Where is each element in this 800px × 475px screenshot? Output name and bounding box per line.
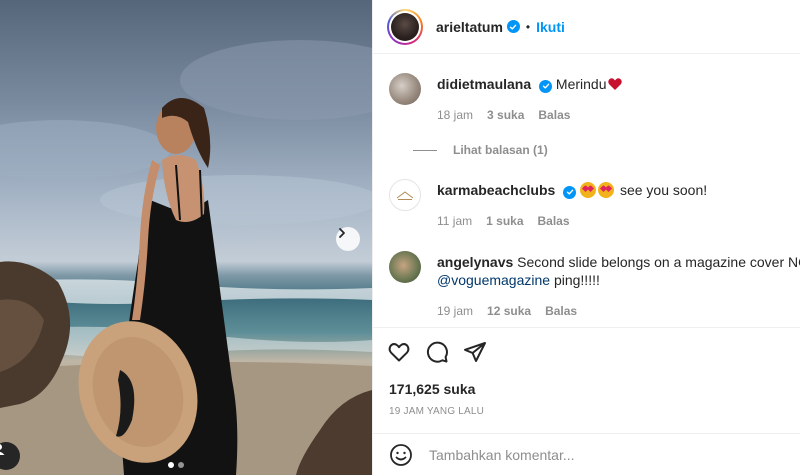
commenter-username[interactable]: angelynavs <box>437 254 513 270</box>
share-send-icon[interactable] <box>463 340 487 364</box>
author-avatar[interactable] <box>387 8 423 45</box>
chevron-right-icon <box>339 228 345 238</box>
comments-list[interactable]: didietmaulana Merindu 18 jam 3 suka Bala… <box>373 55 800 327</box>
verified-badge-icon <box>563 185 577 199</box>
post-header: arieltatum • Ikuti <box>373 0 800 54</box>
verified-badge-icon <box>539 79 553 93</box>
reply-button[interactable]: Balas <box>538 214 570 228</box>
comment-time: 11 jam <box>437 214 473 228</box>
commenter-avatar[interactable] <box>389 179 421 211</box>
follow-button[interactable]: Ikuti <box>536 19 565 35</box>
comment-text: angelynavs Second slide belongs on a mag… <box>437 253 800 289</box>
comment-time: 18 jam <box>437 108 474 122</box>
commenter-avatar[interactable] <box>389 251 421 283</box>
comment-input[interactable] <box>429 446 759 463</box>
karma-logo-icon <box>396 191 414 200</box>
comment-likes[interactable]: 1 suka <box>486 214 523 228</box>
comment-time: 19 jam <box>437 304 474 318</box>
commenter-avatar[interactable] <box>389 73 421 105</box>
author-username[interactable]: arieltatum <box>436 19 503 35</box>
view-replies-button[interactable]: Lihat balasan (1) <box>413 143 548 157</box>
comment-likes[interactable]: 3 suka <box>487 108 524 122</box>
comment-text: karmabeachclubs see you soon! <box>437 181 800 199</box>
post-timestamp: 19 JAM YANG LALU <box>389 406 485 417</box>
commenter-username[interactable]: didietmaulana <box>437 76 531 92</box>
post-actions-area: 171,625 suka 19 JAM YANG LALU <box>373 327 800 433</box>
likes-count[interactable]: 171,625 suka <box>389 381 475 397</box>
carousel-indicator <box>168 462 184 468</box>
comment-meta: 18 jam 3 suka Balas <box>437 108 570 122</box>
emoji-picker-icon[interactable] <box>389 443 413 467</box>
carousel-dot <box>178 462 184 468</box>
verified-badge-icon <box>506 20 520 33</box>
view-replies-label: Lihat balasan (1) <box>453 143 548 157</box>
comment-message-continued: ping!!!!! <box>553 272 600 288</box>
post-dialog: arieltatum • Ikuti didietmaulana Merindu <box>0 0 800 475</box>
commenter-username[interactable]: karmabeachclubs <box>437 182 555 198</box>
carousel-dot-active <box>168 462 174 468</box>
mention-link[interactable]: @voguemagazine <box>437 272 550 288</box>
add-comment-bar <box>373 433 800 475</box>
comment-meta: 19 jam 12 suka Balas <box>437 304 577 318</box>
reply-button[interactable]: Balas <box>538 108 570 122</box>
heart-eyes-emoji-icon <box>598 182 615 198</box>
post-media[interactable] <box>0 0 372 475</box>
heart-eyes-emoji-icon <box>580 182 597 198</box>
comment-meta: 11 jam 1 suka Balas <box>437 214 570 228</box>
next-slide-button[interactable] <box>336 227 360 251</box>
reply-button[interactable]: Balas <box>545 304 577 318</box>
action-bar <box>387 340 487 364</box>
comment-message: Second slide belongs on a magazine cover… <box>517 254 800 270</box>
red-heart-icon <box>607 78 622 90</box>
comment-likes[interactable]: 12 suka <box>487 304 531 318</box>
comment-message: see you soon! <box>619 182 708 198</box>
comment-text: didietmaulana Merindu <box>437 75 800 93</box>
comment-message: Merindu <box>555 76 607 92</box>
comment-bubble-icon[interactable] <box>425 340 449 364</box>
post-photo <box>0 40 372 475</box>
like-heart-icon[interactable] <box>387 340 411 364</box>
user-tag-icon <box>0 444 5 455</box>
separator-dot: • <box>525 19 531 34</box>
post-sidebar: arieltatum • Ikuti didietmaulana Merindu <box>372 0 800 475</box>
